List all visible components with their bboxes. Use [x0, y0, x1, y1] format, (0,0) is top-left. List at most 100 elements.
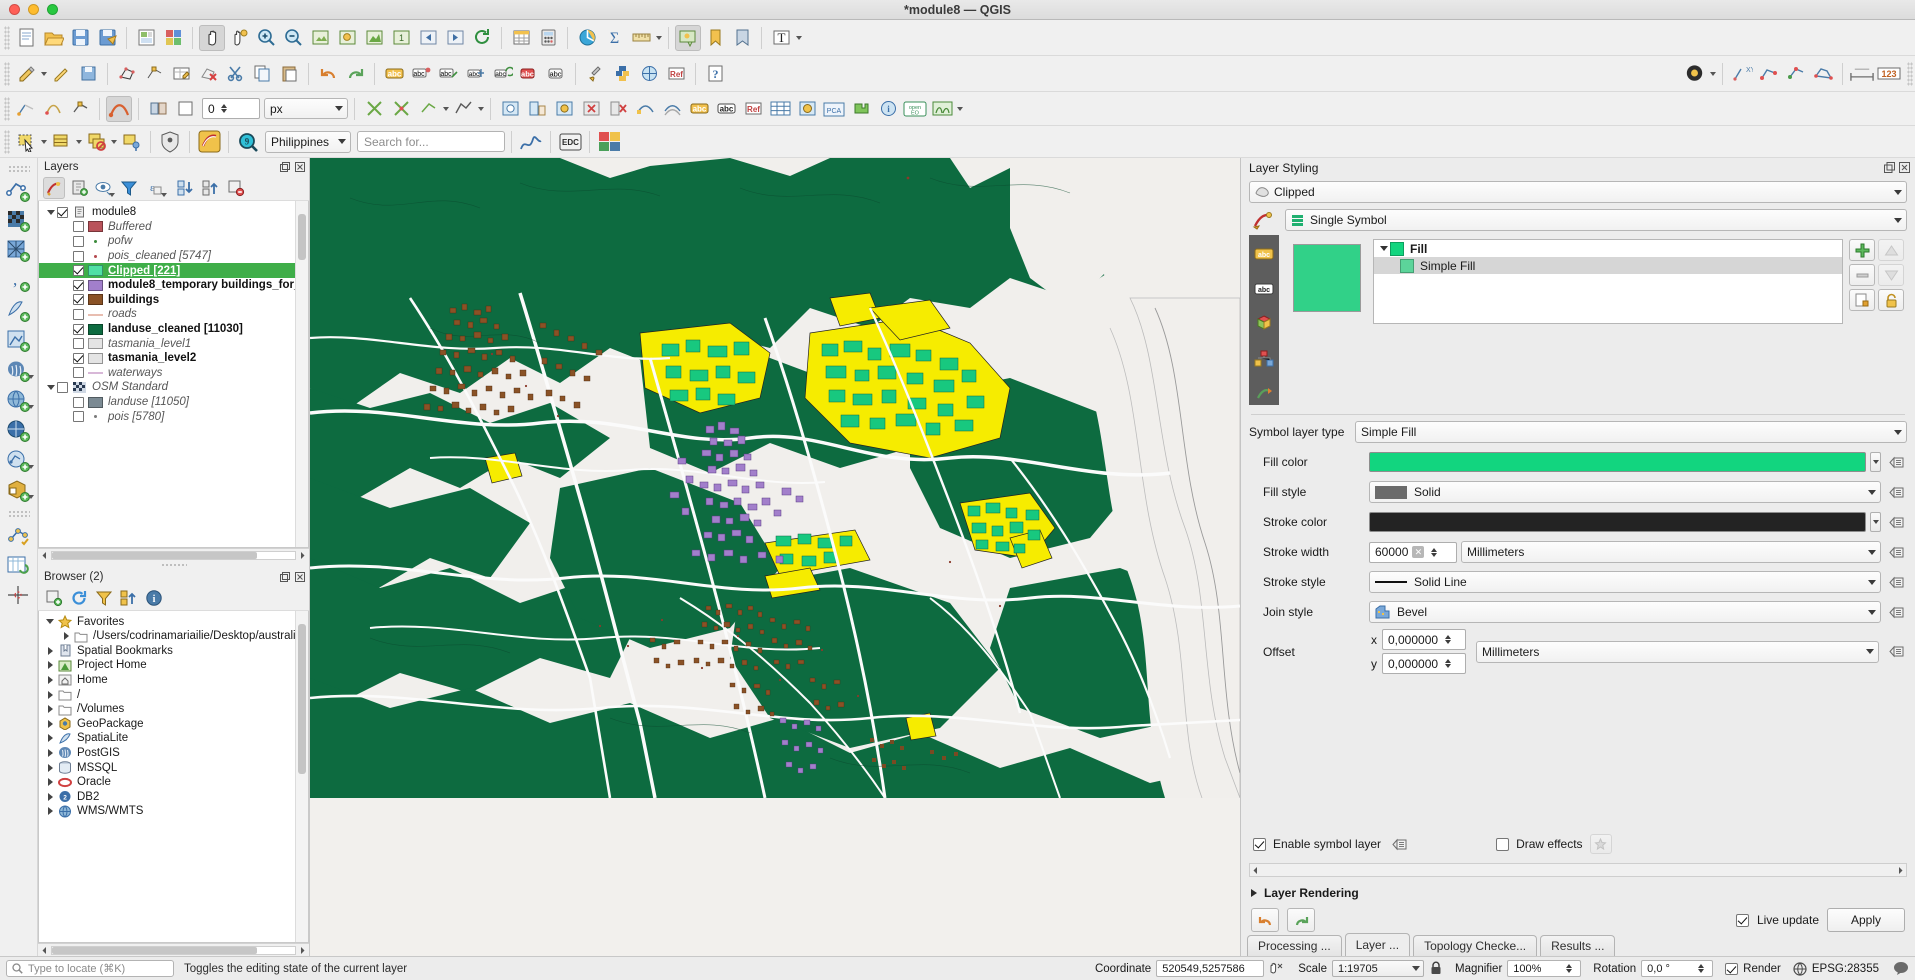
tab-topology-checker[interactable]: Topology Checke... — [1413, 935, 1538, 956]
pan-map-icon[interactable] — [199, 24, 225, 51]
shield-icon[interactable] — [157, 129, 183, 155]
avoid-overlap-icon[interactable] — [145, 96, 171, 122]
mesh-icon[interactable] — [767, 96, 793, 122]
close-window-button[interactable] — [9, 4, 20, 15]
vbar-grip[interactable] — [7, 165, 30, 172]
layer-visibility-checkbox[interactable] — [57, 381, 68, 393]
layer-visibility-checkbox[interactable] — [73, 323, 84, 335]
expand-collapse-icon[interactable] — [43, 690, 57, 699]
chevron-down-icon[interactable] — [478, 106, 484, 111]
chevron-down-icon[interactable] — [656, 35, 662, 40]
add-point-cloud-layer-icon[interactable] — [4, 477, 34, 505]
expand-collapse-icon[interactable] — [43, 734, 57, 743]
layer-visibility-checkbox[interactable] — [73, 396, 84, 408]
georeferencer-tool-icon[interactable] — [4, 582, 34, 610]
add-symbol-layer-button[interactable] — [1849, 239, 1875, 261]
browser-tree[interactable]: Favorites/Users/codrinamariailie/Desktop… — [38, 611, 309, 943]
chevron-down-icon[interactable] — [76, 139, 82, 144]
delete-ring-icon[interactable] — [578, 96, 604, 122]
snapping-icon[interactable] — [67, 96, 93, 122]
scroll-right-arrow[interactable] — [296, 944, 309, 957]
layer-row[interactable]: buildings — [39, 293, 308, 308]
ref-icon[interactable]: Ref — [663, 61, 689, 87]
layer-row[interactable]: tasmania_level1 — [39, 336, 308, 351]
layer-select[interactable]: Clipped — [1249, 181, 1907, 203]
fill-ring-icon[interactable] — [551, 96, 577, 122]
browser-row[interactable]: MSSQL — [39, 760, 308, 775]
chevron-down-icon[interactable] — [27, 375, 34, 379]
stroke-width-spinbox[interactable]: 60000 ✕ — [1369, 541, 1457, 563]
zoom-in-icon[interactable] — [253, 25, 279, 51]
refresh-icon[interactable] — [68, 587, 90, 609]
offset-x-stepper[interactable] — [1441, 635, 1454, 644]
stroke-color-button[interactable] — [1369, 512, 1866, 532]
add-group-icon[interactable] — [68, 177, 90, 199]
width-unit-select[interactable]: px — [264, 98, 348, 119]
tab-results[interactable]: Results ... — [1540, 935, 1616, 956]
open-project-icon[interactable] — [40, 25, 66, 51]
raster-calculator-icon[interactable] — [794, 96, 820, 122]
processing-toolbox-icon[interactable] — [582, 61, 608, 87]
enable-symbol-layer-data-defined-override-icon[interactable] — [1388, 833, 1410, 855]
live-update-checkbox[interactable] — [1735, 913, 1749, 927]
fill-style-select[interactable]: Solid — [1369, 481, 1881, 503]
open-layer-styling-panel-icon[interactable] — [43, 176, 65, 199]
change-label-icon[interactable]: abc — [516, 61, 542, 87]
toggle-editing-icon[interactable] — [48, 61, 74, 87]
chevron-down-icon[interactable] — [27, 465, 34, 469]
edc-icon[interactable]: EDC — [557, 129, 583, 155]
rotate-label-icon[interactable]: abc — [489, 61, 515, 87]
save-project-icon[interactable] — [67, 25, 93, 51]
diagrams-icon[interactable] — [1253, 348, 1275, 370]
expand-collapse-icon[interactable] — [45, 384, 57, 390]
chevron-down-icon[interactable] — [41, 71, 47, 76]
show-statistical-summary-icon[interactable] — [574, 25, 600, 51]
symbol-layer-tree[interactable]: Fill Simple Fill — [1373, 239, 1843, 324]
lock-layer-button[interactable] — [1878, 289, 1904, 311]
filter-legend-expression-icon[interactable]: ε — [143, 177, 167, 199]
ref-tool-icon[interactable]: Ref — [740, 96, 766, 122]
layer-visibility-checkbox[interactable] — [57, 206, 68, 218]
styling-horizontal-scrollbar[interactable] — [1249, 863, 1907, 877]
browser-row[interactable]: 2 DB2 — [39, 789, 308, 804]
add-mesh-layer-icon[interactable] — [4, 237, 34, 265]
layer-row[interactable]: pofw — [39, 234, 308, 249]
scroll-left-arrow[interactable] — [1252, 866, 1259, 875]
chevron-down-icon[interactable] — [1710, 71, 1716, 76]
open-field-calculator-icon[interactable] — [535, 25, 561, 51]
masks-icon[interactable]: abc — [1253, 278, 1275, 300]
add-delimited-text-layer-icon[interactable]: , — [4, 267, 34, 295]
3d-view-icon[interactable] — [1253, 313, 1275, 335]
chevron-down-icon[interactable] — [41, 139, 47, 144]
select-features-by-polygon-icon[interactable] — [48, 129, 74, 155]
save-layer-edits-icon[interactable] — [75, 61, 101, 87]
refresh-icon[interactable] — [469, 25, 495, 51]
chevron-down-icon[interactable] — [111, 139, 117, 144]
layer-visibility-checkbox[interactable] — [73, 279, 84, 291]
undo-button[interactable] — [1251, 908, 1279, 932]
paste-features-icon[interactable] — [276, 61, 302, 87]
layer-visibility-checkbox[interactable] — [73, 411, 84, 423]
stroke-color-dropdown[interactable] — [1870, 512, 1881, 532]
layer-row[interactable]: pois_cleaned [5747] — [39, 249, 308, 264]
layer-visibility-checkbox[interactable] — [73, 352, 84, 364]
offset-unit-select[interactable]: Millimeters — [1476, 640, 1879, 663]
coordinate-field[interactable]: 520549,5257586 — [1156, 960, 1265, 977]
join-style-data-defined-override-icon[interactable] — [1885, 601, 1907, 623]
osm-place-search-icon[interactable]: 9 — [235, 129, 261, 155]
remove-symbol-layer-button[interactable] — [1849, 264, 1875, 286]
move-label-icon[interactable]: abc — [462, 61, 488, 87]
grass-icon[interactable] — [929, 96, 955, 122]
open-attribute-table-icon[interactable] — [508, 25, 534, 51]
width-stepper[interactable] — [218, 104, 231, 113]
map-canvas[interactable] — [310, 158, 1240, 956]
add-feature-icon[interactable] — [114, 61, 140, 87]
rotation-stepper[interactable] — [1694, 964, 1707, 973]
toolbar-grip[interactable] — [1907, 61, 1913, 86]
join-style-select[interactable]: Bevel — [1369, 601, 1881, 623]
expand-collapse-icon[interactable] — [43, 705, 57, 714]
select-by-location-icon[interactable] — [118, 129, 144, 155]
zoom-native-icon[interactable]: 1 — [388, 25, 414, 51]
browser-row[interactable]: Oracle — [39, 775, 308, 790]
clear-stroke-width-icon[interactable]: ✕ — [1412, 546, 1425, 558]
